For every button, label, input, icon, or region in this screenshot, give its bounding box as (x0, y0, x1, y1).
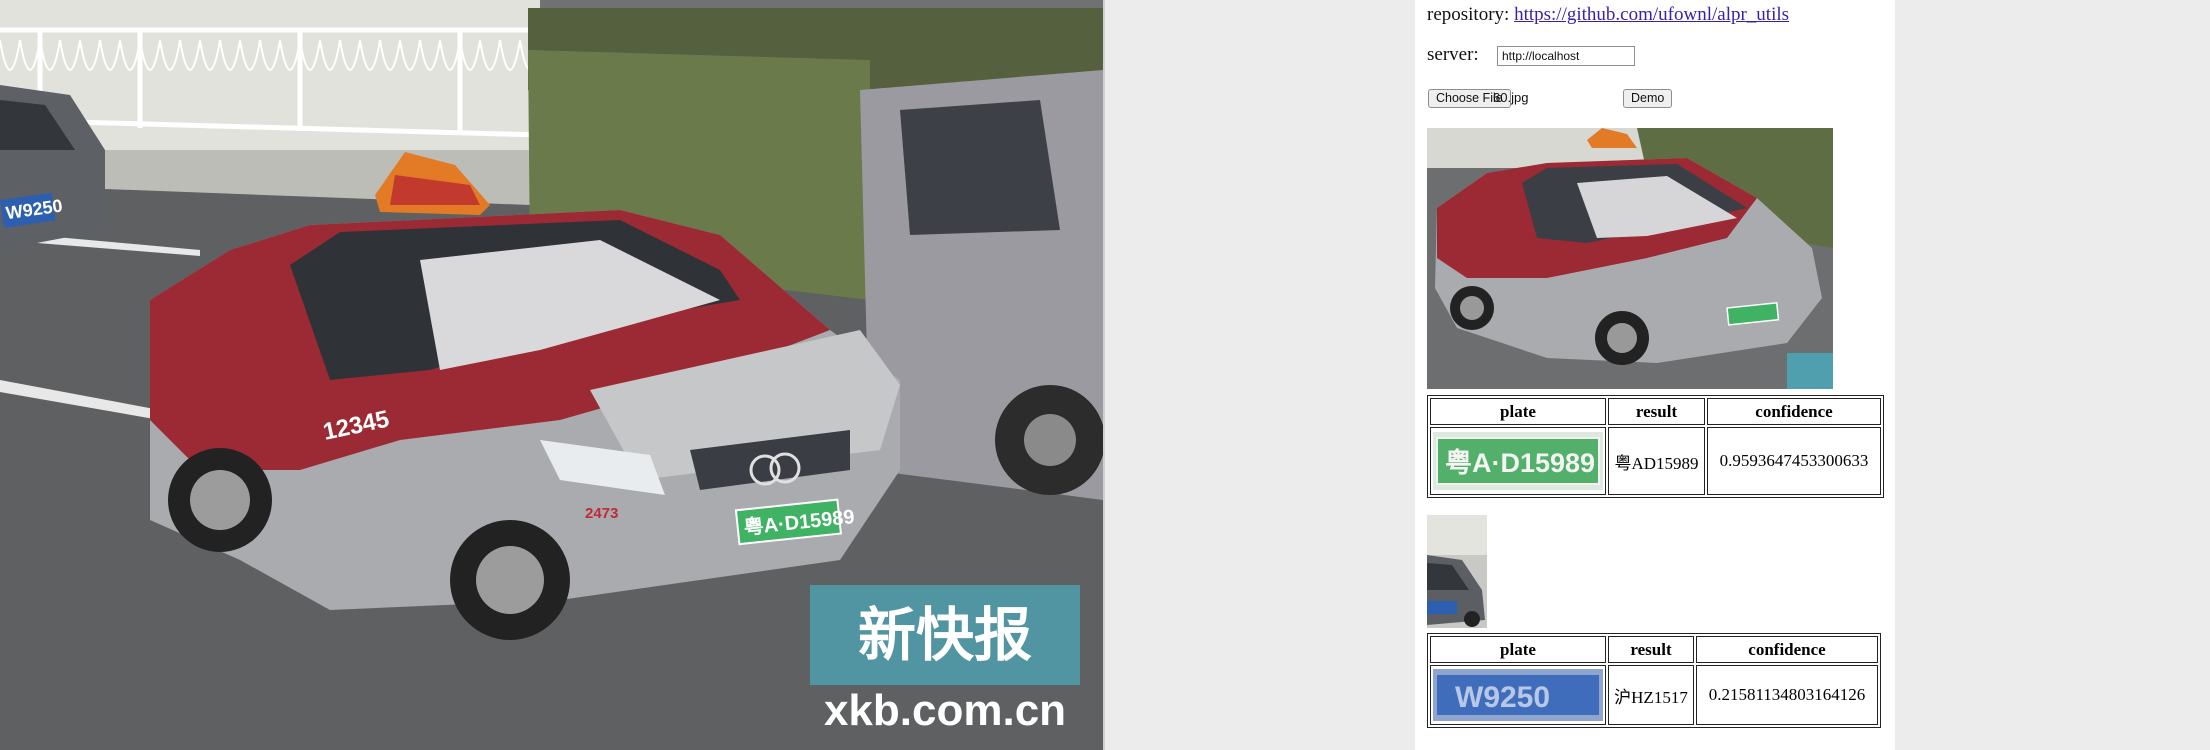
repository-line: repository: https://github.com/ufownl/al… (1427, 4, 1789, 26)
server-label: server: (1427, 44, 1479, 65)
detection-image-car (1427, 515, 1487, 628)
watermark-url-text: xkb.com.cn (824, 686, 1066, 735)
plate-crop-image: W9250 (1433, 669, 1603, 721)
result-table-1: plate result confidence 粤A·D15989 粤AD159… (1427, 395, 1884, 498)
repository-link[interactable]: https://github.com/ufownl/alpr_utils (1514, 4, 1789, 25)
viewer-divider (1103, 0, 1105, 750)
table-row: W9250 沪HZ1517 0.21581134803164126 (1430, 665, 1878, 725)
server-url-input[interactable] (1497, 46, 1635, 66)
plate-header: plate (1430, 398, 1606, 425)
table-header-row: plate result confidence (1430, 398, 1881, 425)
detection-image-taxi (1427, 128, 1833, 389)
plate-header: plate (1430, 636, 1606, 663)
confidence-header: confidence (1707, 398, 1881, 425)
source-photo-viewer: W9250 12345 2473 粤A·D15989 新快报 xkb.com.c… (0, 0, 1105, 750)
demo-button[interactable]: Demo (1623, 89, 1673, 108)
result-cell: 粤AD15989 (1608, 427, 1705, 495)
plate-cell: W9250 (1430, 665, 1606, 725)
plate-cell: 粤A·D15989 (1430, 427, 1606, 495)
plate-crop-image: 粤A·D15989 (1433, 432, 1603, 490)
newspaper-watermark: 新快报 xkb.com.cn (810, 585, 1080, 735)
server-line: server: (1427, 44, 1635, 66)
result-table-2: plate result confidence W9250 沪HZ1517 0.… (1427, 633, 1881, 728)
plate-crop-text: W9250 (1455, 681, 1550, 714)
confidence-header: confidence (1696, 636, 1878, 663)
table-header-row: plate result confidence (1430, 636, 1878, 663)
result-header: result (1608, 398, 1705, 425)
alpr-demo-page: repository: https://github.com/ufownl/al… (1415, 0, 1895, 750)
plate-crop-text: 粤A·D15989 (1445, 447, 1595, 478)
confidence-cell: 0.9593647453300633 (1707, 427, 1881, 495)
repository-label: repository: (1427, 4, 1510, 25)
watermark-cn-text: 新快报 (858, 601, 1032, 669)
selected-file-name: 60.jpg (1493, 90, 1529, 105)
confidence-cell: 0.21581134803164126 (1696, 665, 1878, 725)
fender-number-text: 2473 (585, 505, 618, 522)
taxi-photo: W9250 12345 2473 粤A·D15989 新快报 xkb.com.c… (0, 0, 1103, 750)
result-header: result (1608, 636, 1694, 663)
result-cell: 沪HZ1517 (1608, 665, 1694, 725)
table-row: 粤A·D15989 粤AD15989 0.9593647453300633 (1430, 427, 1881, 495)
